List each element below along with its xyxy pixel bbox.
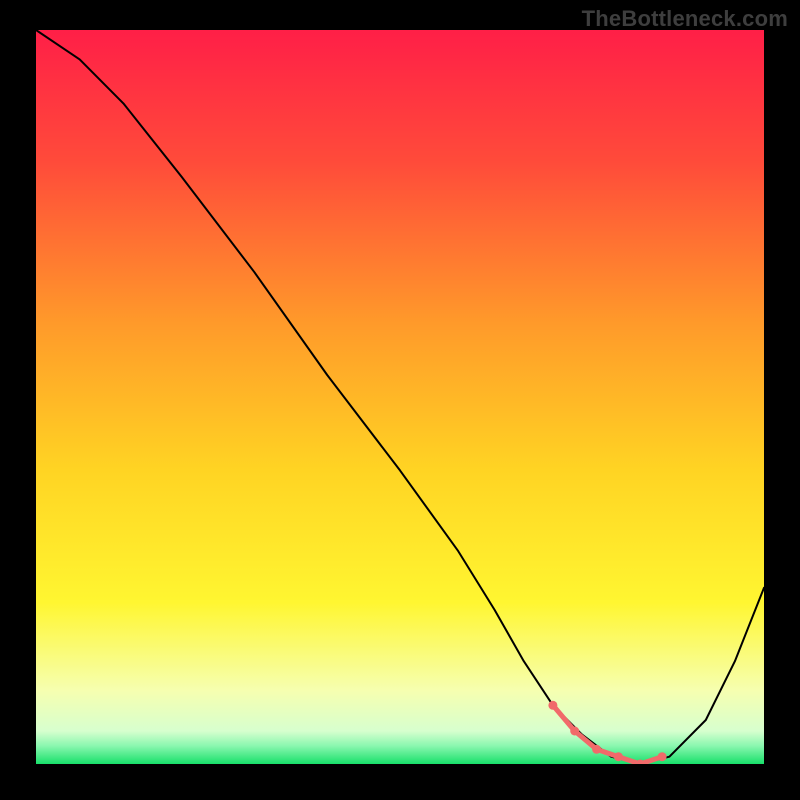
optimal-dot [592, 745, 601, 754]
optimal-dot [614, 752, 623, 761]
chart-container: TheBottleneck.com [0, 0, 800, 800]
optimal-dot [548, 701, 557, 710]
plot-area [36, 30, 764, 764]
gradient-background [36, 30, 764, 764]
optimal-dot [658, 752, 667, 761]
watermark-text: TheBottleneck.com [582, 6, 788, 32]
optimal-dot [570, 727, 579, 736]
chart-svg [36, 30, 764, 764]
